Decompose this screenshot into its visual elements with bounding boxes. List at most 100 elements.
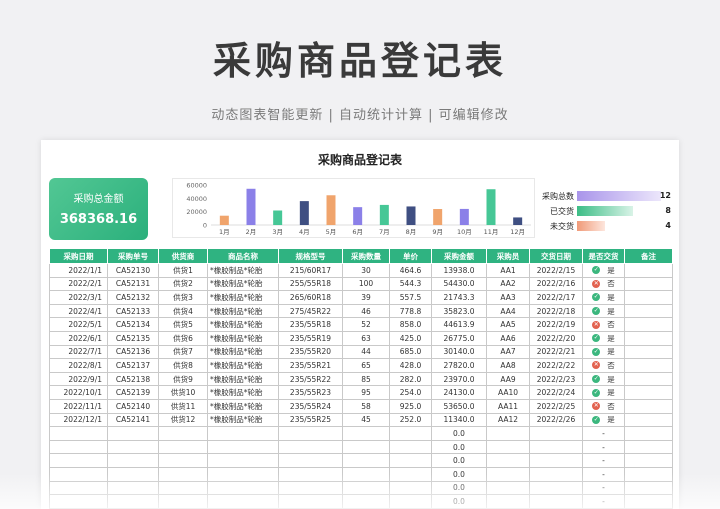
cell-spec[interactable] bbox=[278, 426, 343, 441]
cell-buyer[interactable]: AA11 bbox=[486, 398, 530, 414]
cell-supplier[interactable]: 供货9 bbox=[158, 371, 208, 387]
cell-date[interactable]: 2022/5/1 bbox=[49, 317, 108, 332]
cell-qty[interactable]: 44 bbox=[342, 344, 390, 360]
cell-spec[interactable] bbox=[278, 494, 343, 509]
col-header-delivery[interactable]: 交货日期 bbox=[529, 248, 583, 264]
cell-buyer[interactable]: AA12 bbox=[486, 412, 530, 428]
cell-note[interactable] bbox=[624, 290, 673, 305]
cell-delivery[interactable]: 2022/2/17 bbox=[529, 290, 583, 305]
cell-order[interactable]: CA52133 bbox=[107, 303, 159, 319]
cell-delivered[interactable]: - bbox=[582, 426, 625, 441]
cell-spec[interactable] bbox=[278, 480, 343, 496]
cell-qty[interactable]: 65 bbox=[342, 358, 390, 373]
cell-qty[interactable] bbox=[342, 453, 390, 468]
cell-date[interactable]: 2022/4/1 bbox=[49, 303, 108, 319]
cell-buyer[interactable] bbox=[486, 426, 530, 441]
cell-note[interactable] bbox=[624, 303, 673, 319]
cell-date[interactable]: 2022/10/1 bbox=[49, 385, 108, 400]
cell-delivered[interactable]: ✓ 是 bbox=[582, 290, 625, 305]
cell-spec[interactable]: 275/45R22 bbox=[278, 303, 343, 319]
cell-amount[interactable]: 0.0 bbox=[431, 453, 487, 468]
cell-product[interactable] bbox=[207, 453, 279, 468]
cell-delivered[interactable]: ✕ 否 bbox=[582, 276, 625, 292]
cell-spec[interactable]: 235/55R18 bbox=[278, 317, 343, 332]
cell-delivery[interactable]: 2022/2/24 bbox=[529, 385, 583, 400]
cell-supplier[interactable]: 供货12 bbox=[158, 412, 208, 428]
cell-price[interactable]: 464.6 bbox=[389, 263, 432, 278]
cell-delivered[interactable]: ✕ 否 bbox=[582, 358, 625, 373]
cell-delivery[interactable]: 2022/2/16 bbox=[529, 276, 583, 292]
cell-product[interactable] bbox=[207, 466, 279, 482]
cell-amount[interactable]: 30140.0 bbox=[431, 344, 487, 360]
cell-amount[interactable]: 27820.0 bbox=[431, 358, 487, 373]
cell-delivered[interactable]: ✕ 否 bbox=[582, 398, 625, 414]
cell-delivered[interactable]: - bbox=[582, 439, 625, 455]
cell-buyer[interactable]: AA7 bbox=[486, 344, 530, 360]
col-header-date[interactable]: 采购日期 bbox=[49, 248, 108, 264]
cell-product[interactable]: *橡胶制品*轮胎 bbox=[207, 330, 279, 346]
cell-qty[interactable]: 100 bbox=[342, 276, 390, 292]
cell-order[interactable] bbox=[107, 494, 159, 509]
cell-delivered[interactable]: ✓ 是 bbox=[582, 303, 625, 319]
cell-order[interactable]: CA52139 bbox=[107, 385, 159, 400]
cell-price[interactable] bbox=[389, 466, 432, 482]
cell-price[interactable] bbox=[389, 480, 432, 496]
cell-date[interactable]: 2022/2/1 bbox=[49, 276, 108, 292]
cell-spec[interactable] bbox=[278, 439, 343, 455]
cell-amount[interactable]: 0.0 bbox=[431, 480, 487, 496]
cell-amount[interactable]: 53650.0 bbox=[431, 398, 487, 414]
cell-note[interactable] bbox=[624, 344, 673, 360]
cell-amount[interactable]: 11340.0 bbox=[431, 412, 487, 428]
cell-note[interactable] bbox=[624, 494, 673, 509]
col-header-order[interactable]: 采购单号 bbox=[107, 248, 159, 264]
cell-qty[interactable]: 58 bbox=[342, 398, 390, 414]
cell-note[interactable] bbox=[624, 263, 673, 278]
cell-amount[interactable]: 35823.0 bbox=[431, 303, 487, 319]
cell-product[interactable]: *橡胶制品*轮胎 bbox=[207, 385, 279, 400]
cell-note[interactable] bbox=[624, 439, 673, 455]
cell-buyer[interactable] bbox=[486, 466, 530, 482]
cell-spec[interactable]: 255/55R18 bbox=[278, 276, 343, 292]
cell-delivery[interactable]: 2022/2/19 bbox=[529, 317, 583, 332]
cell-qty[interactable]: 46 bbox=[342, 303, 390, 319]
col-header-note[interactable]: 备注 bbox=[624, 248, 673, 264]
cell-delivery[interactable] bbox=[529, 426, 583, 441]
cell-supplier[interactable]: 供货1 bbox=[158, 263, 208, 278]
cell-price[interactable] bbox=[389, 439, 432, 455]
col-header-price[interactable]: 单价 bbox=[389, 248, 432, 264]
cell-product[interactable]: *橡胶制品*轮胎 bbox=[207, 358, 279, 373]
cell-note[interactable] bbox=[624, 426, 673, 441]
cell-supplier[interactable] bbox=[158, 480, 208, 496]
cell-note[interactable] bbox=[624, 480, 673, 496]
cell-price[interactable]: 252.0 bbox=[389, 412, 432, 428]
cell-price[interactable]: 858.0 bbox=[389, 317, 432, 332]
cell-qty[interactable]: 63 bbox=[342, 330, 390, 346]
cell-order[interactable] bbox=[107, 426, 159, 441]
cell-order[interactable] bbox=[107, 466, 159, 482]
cell-amount[interactable]: 54430.0 bbox=[431, 276, 487, 292]
cell-supplier[interactable]: 供货11 bbox=[158, 398, 208, 414]
cell-buyer[interactable]: AA1 bbox=[486, 263, 530, 278]
cell-delivered[interactable]: - bbox=[582, 466, 625, 482]
cell-amount[interactable]: 0.0 bbox=[431, 439, 487, 455]
cell-qty[interactable]: 45 bbox=[342, 412, 390, 428]
cell-amount[interactable]: 13938.0 bbox=[431, 263, 487, 278]
cell-delivery[interactable]: 2022/2/21 bbox=[529, 344, 583, 360]
col-header-delivered[interactable]: 是否交货 bbox=[582, 248, 625, 264]
cell-supplier[interactable]: 供货4 bbox=[158, 303, 208, 319]
cell-buyer[interactable] bbox=[486, 439, 530, 455]
cell-qty[interactable] bbox=[342, 494, 390, 509]
cell-delivery[interactable] bbox=[529, 439, 583, 455]
cell-delivered[interactable]: - bbox=[582, 494, 625, 509]
cell-spec[interactable]: 235/55R19 bbox=[278, 330, 343, 346]
cell-qty[interactable]: 95 bbox=[342, 385, 390, 400]
cell-buyer[interactable] bbox=[486, 480, 530, 496]
cell-note[interactable] bbox=[624, 330, 673, 346]
cell-date[interactable] bbox=[49, 480, 108, 496]
cell-delivery[interactable]: 2022/2/25 bbox=[529, 398, 583, 414]
cell-order[interactable]: CA52141 bbox=[107, 412, 159, 428]
cell-price[interactable]: 544.3 bbox=[389, 276, 432, 292]
cell-price[interactable]: 925.0 bbox=[389, 398, 432, 414]
cell-buyer[interactable]: AA4 bbox=[486, 303, 530, 319]
cell-delivery[interactable]: 2022/2/22 bbox=[529, 358, 583, 373]
